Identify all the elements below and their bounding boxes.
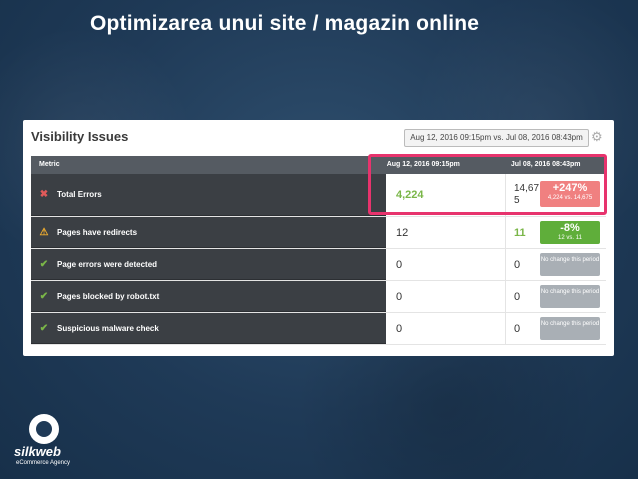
metric-cell: ✔ Page errors were detected (31, 249, 386, 280)
silkweb-logo-icon (29, 414, 59, 444)
x-icon: ✖ (39, 189, 49, 200)
check-icon: ✔ (39, 258, 49, 270)
previous-value-cell: 0 No change this period (506, 313, 606, 344)
no-change-badge: No change this period (540, 253, 600, 276)
metric-cell: ✔ Suspicious malware check (31, 313, 386, 344)
current-value: 0 (396, 290, 403, 303)
previous-value: 0 (514, 258, 521, 271)
table-row[interactable]: ✔ Pages blocked by robot.txt 0 0 No chan… (31, 281, 606, 313)
change-percent: -8% (560, 222, 580, 234)
metric-label: Total Errors (57, 190, 102, 199)
metric-label: Suspicious malware check (57, 323, 159, 333)
current-value-cell: 12 (386, 217, 506, 248)
metric-label: Pages blocked by robot.txt (57, 291, 160, 301)
table-row[interactable]: ⚠ Pages have redirects 12 11 -8% 12 vs. … (31, 217, 606, 249)
panel-title: Visibility Issues (31, 129, 129, 144)
current-value: 0 (396, 322, 403, 335)
metric-label: Pages have redirects (57, 227, 138, 237)
previous-value: 11 (514, 226, 526, 239)
no-change-badge: No change this period (540, 285, 600, 308)
change-badge: -8% 12 vs. 11 (540, 221, 600, 244)
check-icon: ✔ (39, 322, 49, 334)
metric-cell: ✖ Total Errors (31, 174, 386, 216)
change-detail: 12 vs. 11 (558, 235, 582, 241)
brand-tagline: eCommerce Agency (16, 460, 71, 466)
warning-icon: ⚠ (39, 226, 49, 238)
brand-name: silkweb (14, 444, 61, 459)
comparison-highlight-box (368, 154, 607, 215)
check-icon: ✔ (39, 290, 49, 302)
metric-label: Page errors were detected (57, 259, 158, 269)
current-value-cell: 0 (386, 249, 506, 280)
table-row[interactable]: ✔ Suspicious malware check 0 0 No change… (31, 313, 606, 345)
metric-cell: ⚠ Pages have redirects (31, 217, 386, 248)
previous-value-cell: 0 No change this period (506, 249, 606, 280)
previous-value-cell: 0 No change this period (506, 281, 606, 312)
gear-icon[interactable]: ⚙ (591, 130, 603, 144)
current-value-cell: 0 (386, 313, 506, 344)
slide-title: Optimizarea unui site / magazin online (90, 12, 480, 35)
brand-logo: silkweb eCommerce Agency (14, 414, 74, 474)
previous-value: 0 (514, 322, 521, 335)
no-change-badge: No change this period (540, 317, 600, 340)
metric-cell: ✔ Pages blocked by robot.txt (31, 281, 386, 312)
previous-value-cell: 11 -8% 12 vs. 11 (506, 217, 606, 248)
previous-value: 0 (514, 290, 521, 303)
current-value: 12 (396, 226, 409, 239)
header-metric[interactable]: Metric (31, 156, 377, 174)
date-range-selector[interactable]: Aug 12, 2016 09:15pm vs. Jul 08, 2016 08… (404, 129, 589, 147)
current-value-cell: 0 (386, 281, 506, 312)
table-row[interactable]: ✔ Page errors were detected 0 0 No chang… (31, 249, 606, 281)
current-value: 0 (396, 258, 403, 271)
